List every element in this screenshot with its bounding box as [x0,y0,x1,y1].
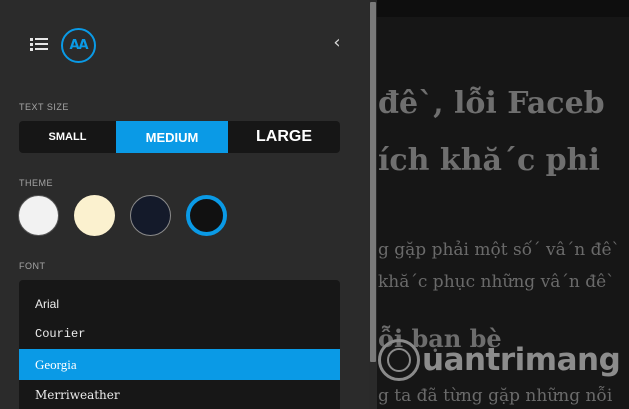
theme-cream-swatch[interactable] [74,195,115,236]
chevron-left-icon[interactable]: ‹ [329,33,345,53]
article-paragraph-line-2: khă´c phục những vâ´n đê` [378,272,615,292]
font-label: FONT [19,261,46,271]
scrollbar-thumb[interactable] [370,2,376,362]
text-size-small-button[interactable]: SMALL [19,121,116,153]
article-paragraph-line-3: g ta đã từng gặp những nỗi [378,386,613,406]
font-option-courier[interactable]: Courier [19,318,340,349]
logo-text: AA [69,38,88,53]
watermark: uantrimang [378,339,621,381]
theme-label: THEME [19,178,53,188]
font-option-georgia[interactable]: Georgia [19,349,340,380]
text-size-medium-button[interactable]: MEDIUM [116,121,228,153]
reader-settings-panel: AA ‹ TEXT SIZE SMALL MEDIUM LARGE THEME … [0,0,369,409]
text-size-label: TEXT SIZE [19,102,69,112]
theme-navy-swatch[interactable] [130,195,171,236]
font-option-merriweather[interactable]: Merriweather [19,379,340,409]
font-option-arial[interactable]: Arial [19,288,340,319]
font-list: Arial Courier Georgia Merriweather [19,280,340,409]
reader-top-bar [376,0,629,17]
aa-logo-icon: AA [61,28,96,63]
watermark-text: uantrimang [422,342,621,378]
theme-white-swatch[interactable] [18,195,59,236]
watermark-logo-icon [378,339,420,381]
article-paragraph-line-1: g gặp phải một số´ vâ´n đê` [378,240,621,260]
theme-black-swatch[interactable] [186,195,227,236]
list-icon[interactable] [30,37,50,51]
article-heading-line-1: đê`, lỗi Faceb [378,86,605,121]
text-size-large-button[interactable]: LARGE [228,121,340,153]
panel-scrollbar[interactable] [369,0,377,409]
text-size-selector: SMALL MEDIUM LARGE [19,121,340,153]
article-heading-line-2: ích khă´c phi [378,143,600,178]
